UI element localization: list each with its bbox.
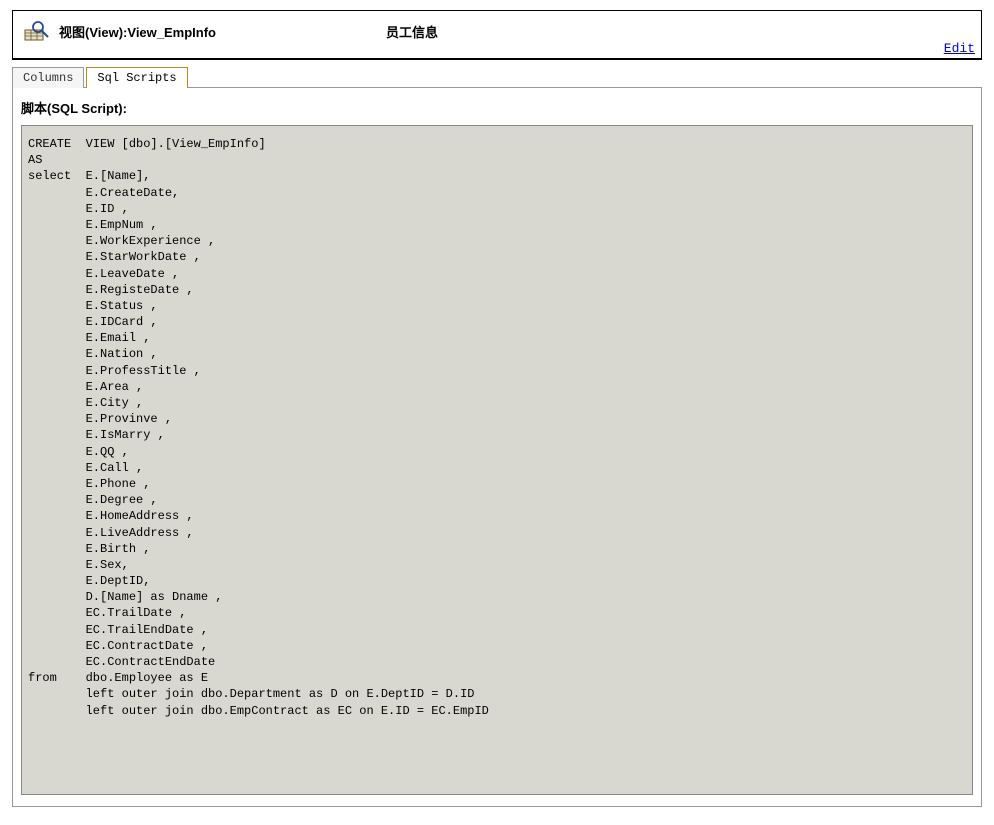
tabs-row: Columns Sql Scripts bbox=[12, 66, 982, 87]
view-subtitle: 员工信息 bbox=[386, 22, 438, 41]
tab-sql-scripts[interactable]: Sql Scripts bbox=[86, 67, 187, 88]
header-row: 视图(View):View_EmpInfo 员工信息 bbox=[23, 19, 971, 43]
tab-columns[interactable]: Columns bbox=[12, 67, 84, 88]
view-title: 视图(View):View_EmpInfo bbox=[59, 22, 216, 41]
tabs-container: Columns Sql Scripts 脚本(SQL Script): CREA… bbox=[12, 66, 982, 807]
view-icon bbox=[23, 19, 51, 43]
header-panel: 视图(View):View_EmpInfo 员工信息 Edit bbox=[12, 10, 982, 60]
sql-script-textarea[interactable]: CREATE VIEW [dbo].[View_EmpInfo] AS sele… bbox=[21, 125, 973, 795]
edit-link[interactable]: Edit bbox=[944, 41, 975, 56]
sql-script-label: 脚本(SQL Script): bbox=[21, 98, 973, 117]
tab-content-sql-scripts: 脚本(SQL Script): CREATE VIEW [dbo].[View_… bbox=[12, 87, 982, 807]
